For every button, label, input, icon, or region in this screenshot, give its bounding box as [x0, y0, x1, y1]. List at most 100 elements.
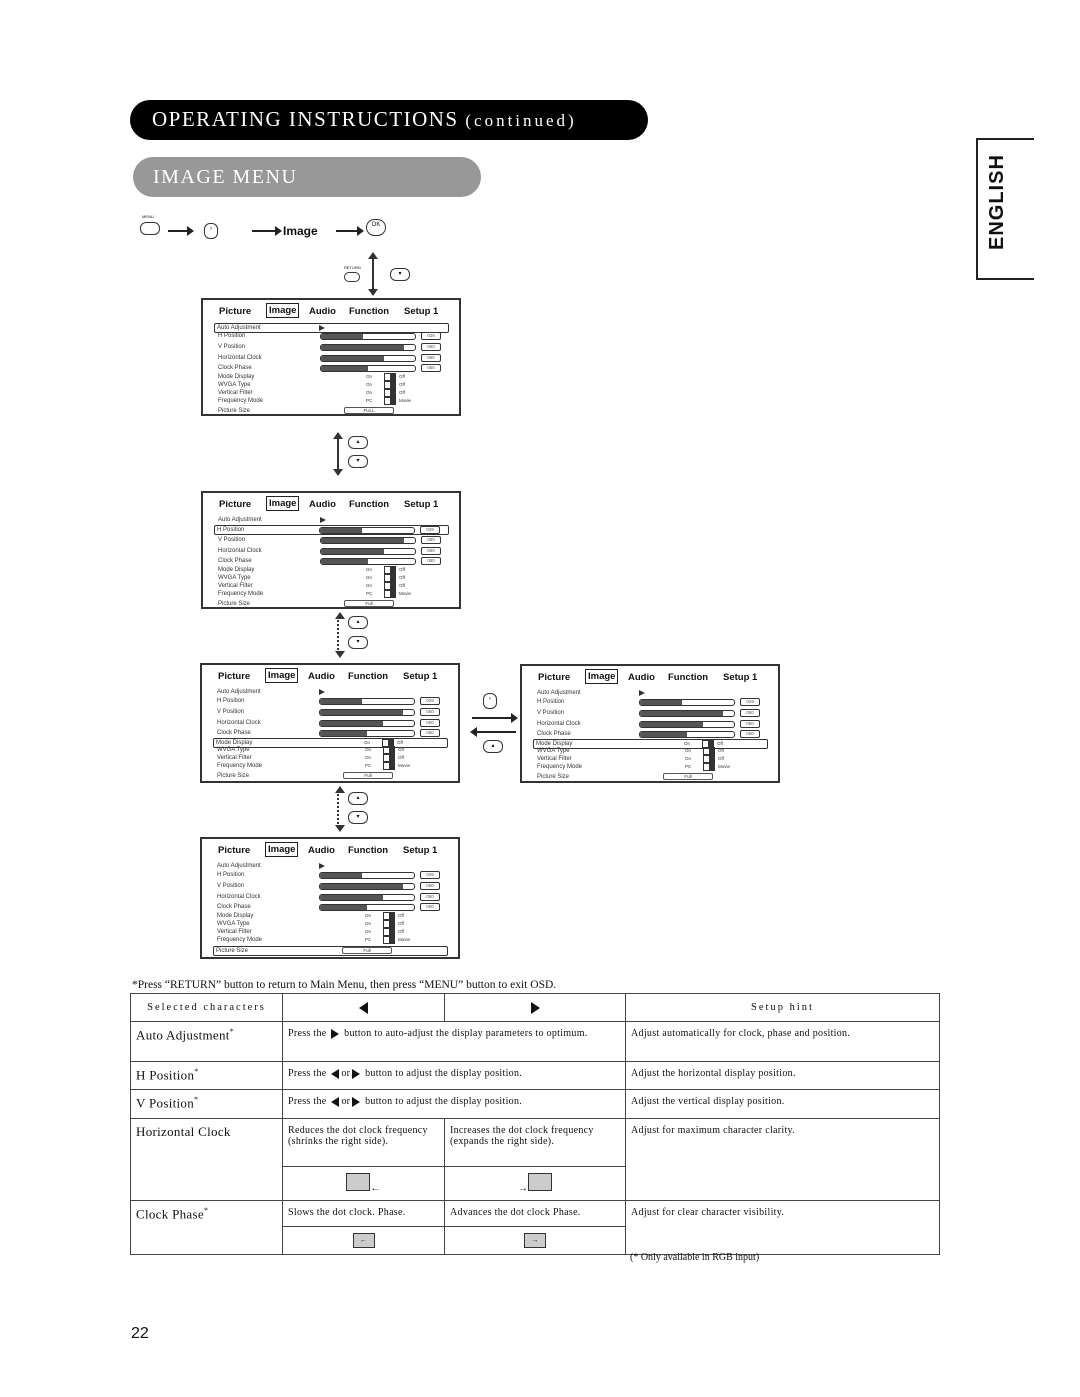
- osd-item[interactable]: V Position 050: [216, 536, 449, 546]
- osd-item[interactable]: Picture Size Full: [216, 600, 449, 610]
- osd-tab-setup-1[interactable]: Setup 1: [403, 845, 437, 856]
- osd-item[interactable]: V Position 050: [215, 882, 448, 892]
- osd-slider[interactable]: [639, 731, 735, 738]
- osd-toggle[interactable]: [384, 389, 396, 397]
- osd-item[interactable]: Frequency Mode PC Movie: [215, 936, 448, 946]
- osd-item[interactable]: H Position 029: [215, 697, 448, 707]
- osd-tab-function[interactable]: Function: [349, 499, 389, 510]
- osd-toggle[interactable]: [703, 747, 715, 755]
- osd-item[interactable]: Frequency Mode PC Movie: [535, 763, 768, 773]
- osd-item[interactable]: V Position 050: [215, 708, 448, 718]
- osd-item[interactable]: H Position 029: [214, 525, 449, 535]
- osd-toggle[interactable]: [384, 590, 396, 598]
- osd-slider[interactable]: [319, 698, 415, 705]
- osd-tab-picture[interactable]: Picture: [538, 672, 570, 683]
- osd-toggle[interactable]: [384, 397, 396, 405]
- osd-item[interactable]: H Position 029: [215, 871, 448, 881]
- osd-tab-image[interactable]: Image: [585, 669, 619, 684]
- osd-toggle[interactable]: [383, 920, 395, 928]
- row-name: Clock Phase*: [130, 1199, 283, 1255]
- osd-slider[interactable]: [319, 527, 415, 534]
- osd-item[interactable]: Horizontal Clock 050: [215, 719, 448, 729]
- osd-item[interactable]: Horizontal Clock 050: [216, 547, 449, 557]
- osd-slider[interactable]: [320, 537, 416, 544]
- picture-size-value[interactable]: Full: [663, 773, 713, 780]
- osd-item[interactable]: Frequency Mode PC Movie: [216, 397, 449, 407]
- osd-slider[interactable]: [639, 710, 735, 717]
- osd-tab-function[interactable]: Function: [349, 306, 389, 317]
- osd-tab-setup-1[interactable]: Setup 1: [403, 671, 437, 682]
- osd-tab-image[interactable]: Image: [266, 496, 300, 511]
- osd-tab-function[interactable]: Function: [668, 672, 708, 683]
- osd-item[interactable]: Picture Size Full: [213, 946, 448, 956]
- picture-size-value[interactable]: Full: [342, 947, 392, 954]
- osd-slider[interactable]: [319, 720, 415, 727]
- osd-toggle[interactable]: [384, 381, 396, 389]
- osd-toggle[interactable]: [384, 373, 396, 381]
- osd-tab-picture[interactable]: Picture: [219, 306, 251, 317]
- osd-slider[interactable]: [319, 872, 415, 879]
- picture-size-value[interactable]: FULL: [344, 407, 394, 414]
- osd-item[interactable]: Horizontal Clock 050: [216, 354, 449, 364]
- osd-item-label: Horizontal Clock: [217, 720, 261, 726]
- toggle-option-a: On: [685, 748, 692, 753]
- osd-tab-audio[interactable]: Audio: [308, 845, 335, 856]
- picture-size-value[interactable]: Full: [343, 772, 393, 779]
- osd-toggle[interactable]: [383, 936, 395, 944]
- osd-slider[interactable]: [319, 894, 415, 901]
- osd-tab-setup-1[interactable]: Setup 1: [404, 306, 438, 317]
- osd-toggle[interactable]: [383, 928, 395, 936]
- osd-slider[interactable]: [639, 721, 735, 728]
- osd-toggle[interactable]: [384, 574, 396, 582]
- osd-toggle[interactable]: [703, 755, 715, 763]
- osd-toggle[interactable]: [383, 762, 395, 770]
- osd-slider[interactable]: [319, 730, 415, 737]
- osd-item[interactable]: V Position 050: [216, 343, 449, 353]
- osd-tab-image[interactable]: Image: [265, 842, 299, 857]
- osd-tab-function[interactable]: Function: [348, 671, 388, 682]
- osd-tab-image[interactable]: Image: [265, 668, 299, 683]
- osd-item[interactable]: Horizontal Clock 050: [535, 720, 768, 730]
- osd-tab-audio[interactable]: Audio: [308, 671, 335, 682]
- osd-tab-audio[interactable]: Audio: [309, 306, 336, 317]
- osd-item[interactable]: Horizontal Clock 050: [215, 893, 448, 903]
- osd-slider[interactable]: [320, 355, 416, 362]
- osd-item[interactable]: H Position 029: [535, 698, 768, 708]
- osd-tab-picture[interactable]: Picture: [219, 499, 251, 510]
- osd-slider[interactable]: [319, 883, 415, 890]
- osd-slider[interactable]: [320, 333, 416, 340]
- picture-size-value[interactable]: Full: [344, 600, 394, 607]
- osd-toggle[interactable]: [383, 912, 395, 920]
- osd-tab-setup-1[interactable]: Setup 1: [404, 499, 438, 510]
- osd-toggle[interactable]: [383, 746, 395, 754]
- osd-item[interactable]: Picture Size Full: [215, 772, 448, 782]
- osd-item[interactable]: V Position 050: [535, 709, 768, 719]
- osd-slider[interactable]: [320, 365, 416, 372]
- osd-slider[interactable]: [320, 344, 416, 351]
- osd-item[interactable]: Frequency Mode PC Movie: [216, 590, 449, 600]
- osd-tab-image[interactable]: Image: [266, 303, 300, 318]
- osd-tab-picture[interactable]: Picture: [218, 845, 250, 856]
- osd-tab-setup-1[interactable]: Setup 1: [723, 672, 757, 683]
- osd-item-label: H Position: [537, 699, 565, 705]
- osd-value: 029: [740, 698, 760, 706]
- osd-tab-picture[interactable]: Picture: [218, 671, 250, 682]
- osd-item-label: Auto Adjustment: [217, 689, 261, 695]
- osd-item[interactable]: H Position 029: [216, 332, 449, 342]
- osd-item[interactable]: Picture Size Full: [535, 773, 768, 783]
- toggle-option-b: Off: [717, 741, 723, 746]
- osd-tab-audio[interactable]: Audio: [309, 499, 336, 510]
- osd-toggle[interactable]: [703, 763, 715, 771]
- osd-item[interactable]: Frequency Mode PC Movie: [215, 762, 448, 772]
- osd-slider[interactable]: [319, 709, 415, 716]
- osd-toggle[interactable]: [384, 582, 396, 590]
- osd-slider[interactable]: [639, 699, 735, 706]
- osd-tab-audio[interactable]: Audio: [628, 672, 655, 683]
- osd-slider[interactable]: [319, 904, 415, 911]
- osd-tab-function[interactable]: Function: [348, 845, 388, 856]
- osd-slider[interactable]: [320, 558, 416, 565]
- osd-item[interactable]: Picture Size FULL: [216, 407, 449, 417]
- osd-toggle[interactable]: [383, 754, 395, 762]
- osd-toggle[interactable]: [384, 566, 396, 574]
- osd-slider[interactable]: [320, 548, 416, 555]
